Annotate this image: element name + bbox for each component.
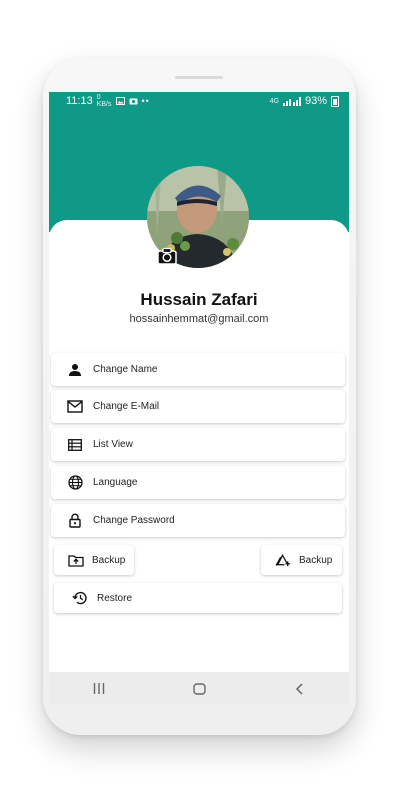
lock-icon bbox=[67, 513, 83, 529]
mail-icon bbox=[67, 399, 83, 415]
change-email-label: Change E-Mail bbox=[93, 401, 160, 412]
network-type-label: 4G bbox=[269, 97, 279, 105]
language-label: Language bbox=[93, 477, 138, 488]
status-bar: 11:13 0 KB/s •• 4G 93% bbox=[49, 92, 349, 110]
change-password-row[interactable]: Change Password bbox=[51, 504, 345, 537]
backup-cloud-button[interactable]: Backup bbox=[261, 545, 342, 575]
camera-icon bbox=[157, 247, 177, 265]
recent-apps-button[interactable] bbox=[89, 682, 109, 696]
home-icon bbox=[192, 682, 206, 695]
restore-row[interactable]: Restore bbox=[54, 583, 342, 613]
globe-icon bbox=[67, 475, 83, 491]
list-view-label: List View bbox=[93, 439, 133, 450]
change-email-row[interactable]: Change E-Mail bbox=[51, 390, 345, 423]
back-button[interactable] bbox=[289, 682, 309, 696]
profile-name: Hussain Zafari bbox=[140, 290, 258, 309]
change-name-row[interactable]: Change Name bbox=[51, 353, 345, 386]
status-time: 11:13 bbox=[66, 95, 93, 107]
home-button[interactable] bbox=[189, 682, 209, 696]
battery-icon bbox=[331, 95, 339, 107]
restore-label: Restore bbox=[97, 592, 133, 604]
recent-apps-icon bbox=[93, 683, 105, 694]
profile-email: hossainhemmat@gmail.com bbox=[129, 313, 269, 325]
change-photo-button[interactable] bbox=[157, 247, 177, 265]
change-password-label: Change Password bbox=[93, 515, 175, 526]
app-screen: 11:13 0 KB/s •• 4G 93% Hussain Zafari ho… bbox=[49, 92, 349, 705]
backup-local-label: Backup bbox=[92, 554, 126, 566]
restore-icon bbox=[71, 590, 87, 606]
gallery-notification-icon bbox=[115, 97, 125, 105]
signal-icon bbox=[282, 96, 301, 106]
more-notifications-icon: •• bbox=[141, 96, 150, 106]
battery-percent: 93% bbox=[304, 95, 327, 107]
upload-folder-icon bbox=[68, 552, 84, 568]
phone-side-button-left bbox=[40, 155, 43, 225]
phone-speaker bbox=[175, 76, 223, 79]
backup-local-button[interactable]: Backup bbox=[54, 545, 134, 575]
status-data-rate: 0 KB/s bbox=[96, 94, 112, 108]
camera-notification-icon bbox=[129, 98, 138, 105]
back-icon bbox=[295, 682, 303, 695]
cloud-add-icon bbox=[275, 552, 291, 568]
list-view-row[interactable]: List View bbox=[51, 428, 345, 461]
navigation-bar bbox=[49, 672, 349, 705]
backup-cloud-label: Backup bbox=[299, 554, 333, 566]
language-row[interactable]: Language bbox=[51, 466, 345, 499]
phone-side-button-right bbox=[356, 240, 359, 295]
list-view-icon bbox=[67, 437, 83, 453]
change-name-label: Change Name bbox=[93, 364, 158, 375]
phone-side-button-left-2 bbox=[40, 285, 43, 340]
person-icon bbox=[67, 362, 83, 378]
